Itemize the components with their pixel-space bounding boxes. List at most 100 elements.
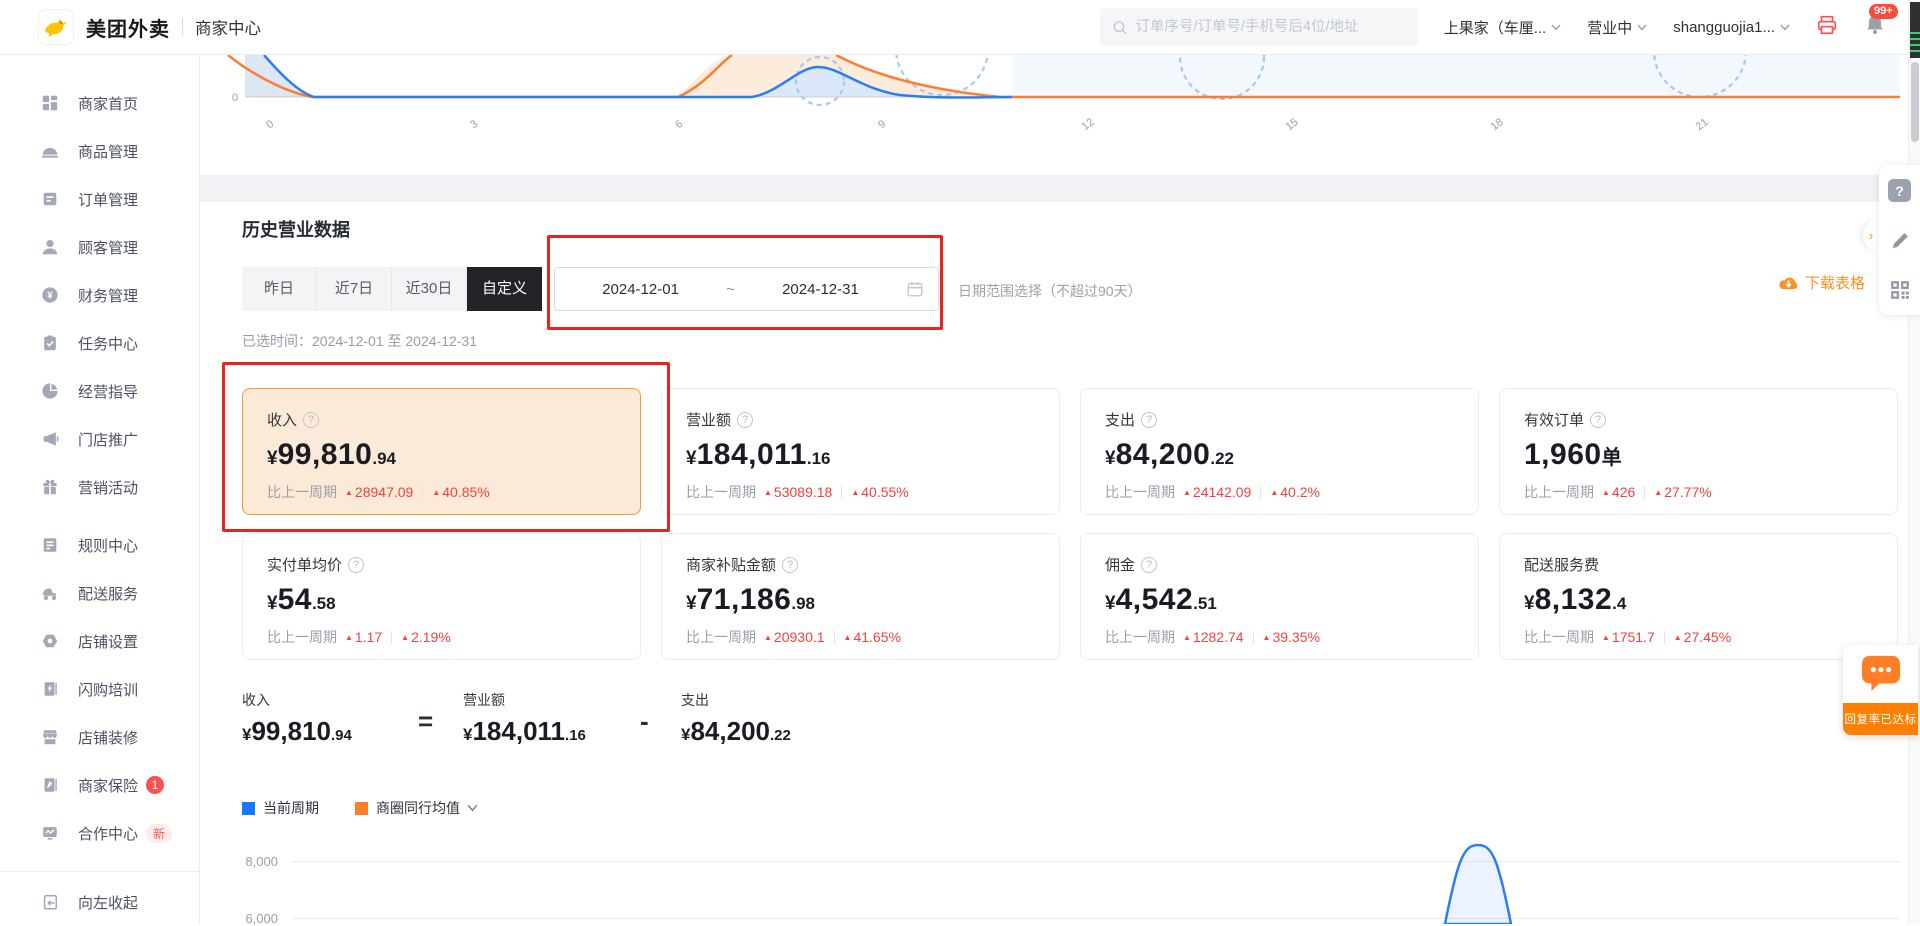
sidebar-item-store-promotion[interactable]: 门店推广: [0, 415, 199, 463]
card-label: 有效订单: [1524, 409, 1584, 430]
card-comparison: 比上一周期▲20930.1▲41.65%: [686, 627, 1035, 647]
gridline: [292, 918, 1900, 919]
stat-card-income: 收入? ¥99,810.94 比上一周期▲28947.09▲40.85%: [242, 388, 641, 515]
notifications-button[interactable]: 99+: [1864, 13, 1886, 41]
sidebar-item-product-mgmt[interactable]: 商品管理: [0, 127, 199, 175]
help-icon[interactable]: ?: [782, 557, 798, 573]
gift-icon: [40, 477, 60, 497]
x-axis-tick: 18: [1489, 116, 1506, 133]
date-range-picker[interactable]: 2024-12-01 ~ 2024-12-31: [554, 267, 939, 311]
sidebar-item-business-guidance[interactable]: 经营指导: [0, 367, 199, 415]
end-date[interactable]: 2024-12-31: [735, 281, 906, 298]
yuan-coin-icon: ¥: [40, 285, 60, 305]
x-axis-tick: 15: [1284, 116, 1301, 133]
training-book-icon: [40, 679, 60, 699]
download-table-button[interactable]: 下载表格: [1778, 272, 1865, 293]
sidebar-item-delivery-service[interactable]: 配送服务: [0, 569, 199, 617]
x-axis-tick: 6: [673, 118, 685, 131]
sidebar-item-store-settings[interactable]: 店铺设置: [0, 617, 199, 665]
brand-name: 美团外卖: [86, 13, 170, 42]
y-axis-label: 8,000: [208, 854, 278, 869]
sidebar-item-cooperation-center[interactable]: 合作中心 新: [0, 809, 199, 857]
legend-peer-average[interactable]: 商圈同行均值: [355, 798, 478, 818]
x-axis-tick: 12: [1080, 116, 1097, 133]
sidebar-item-task-center[interactable]: 任务中心: [0, 319, 199, 367]
store-selector[interactable]: 上果家（车厘...: [1444, 17, 1562, 38]
search-input[interactable]: [1135, 19, 1405, 35]
section-separator: [200, 175, 1908, 202]
dashboard-icon: [40, 93, 60, 113]
help-icon[interactable]: ?: [1141, 557, 1157, 573]
formula-income: 收入 ¥99,810.94: [242, 690, 352, 747]
help-icon[interactable]: ?: [1141, 412, 1157, 428]
stat-card-commission: 佣金? ¥4,542.51 比上一周期▲1282.74▲39.35%: [1080, 533, 1479, 660]
card-value: ¥8,132.4: [1524, 583, 1873, 617]
x-axis-tick: 3: [468, 118, 480, 131]
stat-card-expense: 支出? ¥84,200.22 比上一周期▲24142.09▲40.2%: [1080, 388, 1479, 515]
date-range-tabs: 昨日 近7日 近30日 自定义: [242, 267, 542, 311]
rail-expand-button[interactable]: ›: [1863, 219, 1879, 251]
help-icon[interactable]: ?: [348, 557, 364, 573]
card-comparison: 比上一周期▲24142.09▲40.2%: [1105, 482, 1454, 502]
chat-bubble-icon: [1860, 654, 1902, 694]
svg-text:¥: ¥: [47, 291, 53, 302]
sidebar-item-marketing[interactable]: 营销活动: [0, 463, 199, 511]
help-icon[interactable]: ?: [1590, 412, 1606, 428]
card-comparison: 比上一周期▲28947.09▲40.85%: [267, 482, 616, 502]
sidebar-item-order-mgmt[interactable]: 订单管理: [0, 175, 199, 223]
card-value: ¥54.58: [267, 583, 616, 617]
page-scrollbar[interactable]: [1908, 0, 1920, 924]
pencil-icon[interactable]: [1889, 230, 1911, 252]
sidebar-nav: 商家首页 商品管理 订单管理 顾客管理 ¥ 财务管理 任务中心 经营指导 门店推…: [0, 55, 200, 924]
meituan-logo[interactable]: [38, 9, 74, 45]
tab-last-30-days[interactable]: 近30日: [392, 267, 467, 311]
search-icon: [1112, 19, 1128, 36]
selected-time-text: 已选时间：2024-12-01 至 2024-12-31: [242, 331, 477, 351]
cloud-download-icon: [1778, 274, 1799, 291]
sidebar-item-customer-mgmt[interactable]: 顾客管理: [0, 223, 199, 271]
help-icon[interactable]: ?: [303, 412, 319, 428]
order-search[interactable]: [1100, 8, 1418, 46]
sidebar-item-flash-training[interactable]: 闪购培训: [0, 665, 199, 713]
card-label: 配送服务费: [1524, 554, 1599, 575]
sidebar-item-merchant-home[interactable]: 商家首页: [0, 79, 199, 127]
tab-last-7-days[interactable]: 近7日: [317, 267, 392, 311]
minus-sign: -: [640, 706, 649, 737]
account-selector[interactable]: shangguojia1...: [1673, 19, 1790, 36]
sidebar-item-merchant-insurance[interactable]: 商家保险 1: [0, 761, 199, 809]
card-comparison: 比上一周期▲53089.18▲40.55%: [686, 482, 1035, 502]
print-button[interactable]: [1816, 14, 1838, 41]
sidebar-item-rules-center[interactable]: 规则中心: [0, 521, 199, 569]
equals-sign: =: [418, 706, 433, 737]
gridline: [292, 861, 1900, 862]
qr-grid-icon[interactable]: [1889, 279, 1911, 301]
chevron-down-icon: [467, 804, 478, 812]
help-button[interactable]: ?: [1888, 179, 1911, 202]
customer-service-widget[interactable]: 回复率已达标: [1843, 645, 1918, 735]
start-date[interactable]: 2024-12-01: [555, 281, 726, 298]
sidebar-item-finance-mgmt[interactable]: ¥ 财务管理: [0, 271, 199, 319]
legend-current-period[interactable]: 当前周期: [242, 798, 319, 818]
sidebar-collapse-button[interactable]: 向左收起: [0, 878, 199, 926]
storefront-awning-icon: [40, 727, 60, 747]
customer-icon: [40, 237, 60, 257]
tab-custom[interactable]: 自定义: [467, 267, 542, 311]
tab-yesterday[interactable]: 昨日: [242, 267, 317, 311]
business-status-selector[interactable]: 营业中: [1587, 17, 1647, 38]
calendar-icon: [906, 280, 924, 298]
dish-cloche-icon: [40, 141, 60, 161]
scrollbar-thumb[interactable]: [1911, 62, 1919, 142]
card-comparison: 比上一周期▲1282.74▲39.35%: [1105, 627, 1454, 647]
clipboard-check-icon: [40, 333, 60, 353]
sidebar-divider: [0, 871, 199, 872]
date-range-hint: 日期范围选择（不超过90天）: [958, 281, 1142, 301]
help-icon[interactable]: ?: [737, 412, 753, 428]
stat-card-revenue: 营业额? ¥184,011.16 比上一周期▲53089.18▲40.55%: [661, 388, 1060, 515]
formula-expense: 支出 ¥84,200.22: [681, 690, 791, 747]
kangaroo-icon: [43, 14, 69, 40]
stat-card-delivery-fee: 配送服务费 ¥8,132.4 比上一周期▲1751.7▲27.45%: [1499, 533, 1898, 660]
card-label: 佣金: [1105, 554, 1135, 575]
chevron-down-icon: [1551, 24, 1561, 31]
blue-swatch: [242, 802, 255, 815]
sidebar-item-store-decoration[interactable]: 店铺装修: [0, 713, 199, 761]
